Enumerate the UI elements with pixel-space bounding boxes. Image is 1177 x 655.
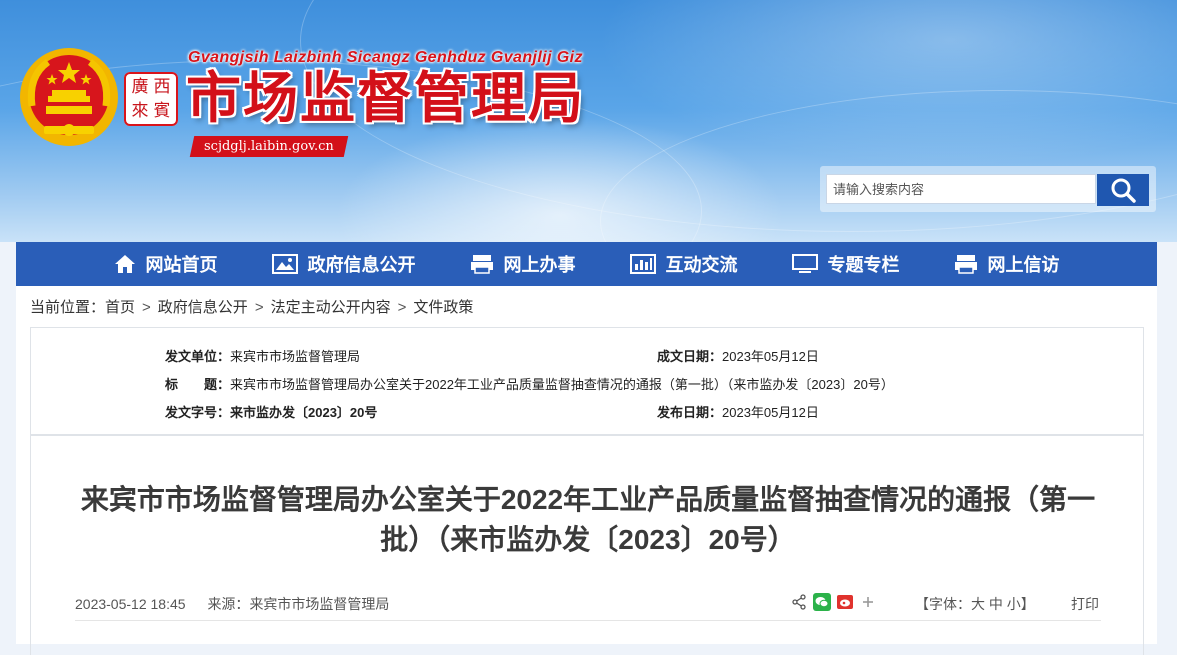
article-source: 来源：来宾市市场监督管理局 xyxy=(207,596,389,612)
seal-char: 廣 xyxy=(131,77,149,97)
nav-item-online-service[interactable]: 网上办事 xyxy=(470,251,576,277)
meta-doc-number-label: 发文字号： xyxy=(165,405,231,420)
meta-published: 发布日期：2023年05月12日 xyxy=(657,402,819,421)
nav-item-label: 网上信访 xyxy=(987,255,1060,275)
nav-item-interaction[interactable]: 互动交流 xyxy=(629,251,738,277)
agency-pinyin-name: Gvangjsih Laizbinh Sicangz Genhduz Gvanj… xyxy=(188,49,583,66)
meta-issuer-value: 来宾市市场监督管理局 xyxy=(230,349,361,364)
weibo-icon[interactable] xyxy=(837,595,853,609)
meta-published-label: 发布日期： xyxy=(657,405,723,420)
article-datetime: 2023-05-12 18:45 xyxy=(75,596,186,612)
seal-char: 來 xyxy=(131,101,149,121)
meta-title: 标 题：来宾市市场监督管理局办公室关于2022年工业产品质量监督抽查情况的通报（… xyxy=(165,374,894,393)
search-icon xyxy=(1111,178,1136,203)
nav-item-special-topics[interactable]: 专题专栏 xyxy=(791,251,900,277)
wechat-icon[interactable] xyxy=(813,593,831,611)
nav-item-gov-info[interactable]: 政府信息公开 xyxy=(271,251,416,277)
breadcrumb-gov-info[interactable]: 政府信息公开 xyxy=(158,299,248,316)
article-title-line: 批）（来市监办发〔2023〕20号） xyxy=(380,524,796,555)
meta-issuer: 发文单位：来宾市市场监督管理局 xyxy=(165,346,360,365)
nav-item-label: 专题专栏 xyxy=(827,255,900,275)
breadcrumb-file-policy[interactable]: 文件政策 xyxy=(413,299,473,316)
article-container: 来宾市市场监督管理局办公室关于2022年工业产品质量监督抽查情况的通报（第一 批… xyxy=(30,435,1144,655)
breadcrumb-separator: > xyxy=(254,299,264,316)
printer-icon xyxy=(954,255,977,274)
plus-icon[interactable] xyxy=(862,596,874,608)
service-icon xyxy=(470,255,493,274)
share-tools xyxy=(791,593,874,611)
font-size-small[interactable]: 小 xyxy=(1007,596,1021,612)
share-icon[interactable] xyxy=(791,594,807,610)
nav-item-label: 网上办事 xyxy=(503,255,576,275)
nav-item-online-petition[interactable]: 网上信访 xyxy=(954,251,1060,277)
monitor-icon xyxy=(791,254,818,273)
seal-char: 賓 xyxy=(153,101,171,121)
document-metadata: 发文单位：来宾市市场监督管理局 成文日期：2023年05月12日 标 题：来宾市… xyxy=(30,327,1144,435)
article-source-value: 来宾市市场监督管理局 xyxy=(249,596,390,612)
main-content: 当前位置：首页 > 政府信息公开 > 法定主动公开内容 > 文件政策 发文单位：来宾市市场监… xyxy=(16,286,1157,655)
article-title-line: 来宾市市场监督管理局办公室关于2022年工业产品质量监督抽查情况的通报（第一 xyxy=(80,484,1096,515)
main-navigation: 网站首页 政府信息公开 网上办事 互动交流 专题专栏 网上信访 xyxy=(16,242,1157,286)
nav-item-label: 网站首页 xyxy=(145,255,218,275)
font-size-label: 【字体： xyxy=(915,596,971,612)
article-source-label: 来源： xyxy=(207,596,250,612)
breadcrumb-separator: > xyxy=(142,299,151,316)
font-size-controls: 【字体：大 中 小】 xyxy=(915,594,1035,614)
national-emblem-icon xyxy=(20,48,118,146)
search-button[interactable] xyxy=(1097,174,1149,206)
agency-name: 市场监督管理局 xyxy=(186,67,586,129)
print-link[interactable]: 打印 xyxy=(1071,594,1099,614)
meta-title-value: 来宾市市场监督管理局办公室关于2022年工业产品质量监督抽查情况的通报（第一批）… xyxy=(230,377,894,392)
info-divider xyxy=(75,620,1101,621)
font-size-end: 】 xyxy=(1020,596,1035,612)
guangxi-laibin-seal: 廣 西 來 賓 xyxy=(124,72,178,126)
article-title: 来宾市市场监督管理局办公室关于2022年工业产品质量监督抽查情况的通报（第一 批… xyxy=(71,480,1105,560)
font-size-medium[interactable]: 中 xyxy=(989,596,1003,612)
nav-item-home[interactable]: 网站首页 xyxy=(114,251,218,277)
font-size-large[interactable]: 大 xyxy=(971,596,985,612)
site-domain: scjdglj.laibin.gov.cn xyxy=(189,136,348,157)
meta-published-value: 2023年05月12日 xyxy=(722,405,819,420)
article-info-bar: 2023-05-12 18:45 来源：来宾市市场监督管理局 【字体：大 中 小… xyxy=(75,593,1099,614)
image-icon xyxy=(271,254,298,274)
meta-doc-number: 发文字号：来市监办发〔2023〕20号 xyxy=(165,402,377,421)
site-domain-text: scjdglj.laibin.gov.cn xyxy=(204,139,334,154)
breadcrumb: 当前位置：首页 > 政府信息公开 > 法定主动公开内容 > 文件政策 xyxy=(30,296,473,317)
breadcrumb-home[interactable]: 首页 xyxy=(105,299,135,316)
meta-created-label: 成文日期： xyxy=(657,349,723,364)
home-icon xyxy=(114,255,135,273)
seal-char: 西 xyxy=(153,77,171,97)
meta-created-value: 2023年05月12日 xyxy=(722,349,819,364)
meta-title-label: 标 题： xyxy=(165,377,231,392)
meta-issuer-label: 发文单位： xyxy=(165,349,231,364)
nav-item-label: 互动交流 xyxy=(665,255,738,275)
meta-created: 成文日期：2023年05月12日 xyxy=(657,346,819,365)
nav-item-label: 政府信息公开 xyxy=(307,255,416,275)
bar-chart-icon xyxy=(629,254,656,274)
breadcrumb-prefix: 当前位置： xyxy=(30,299,106,316)
meta-doc-number-value: 来市监办发〔2023〕20号 xyxy=(230,405,378,420)
breadcrumb-public-content[interactable]: 法定主动公开内容 xyxy=(271,299,391,316)
search-input[interactable] xyxy=(826,174,1096,204)
breadcrumb-separator: > xyxy=(397,299,407,316)
